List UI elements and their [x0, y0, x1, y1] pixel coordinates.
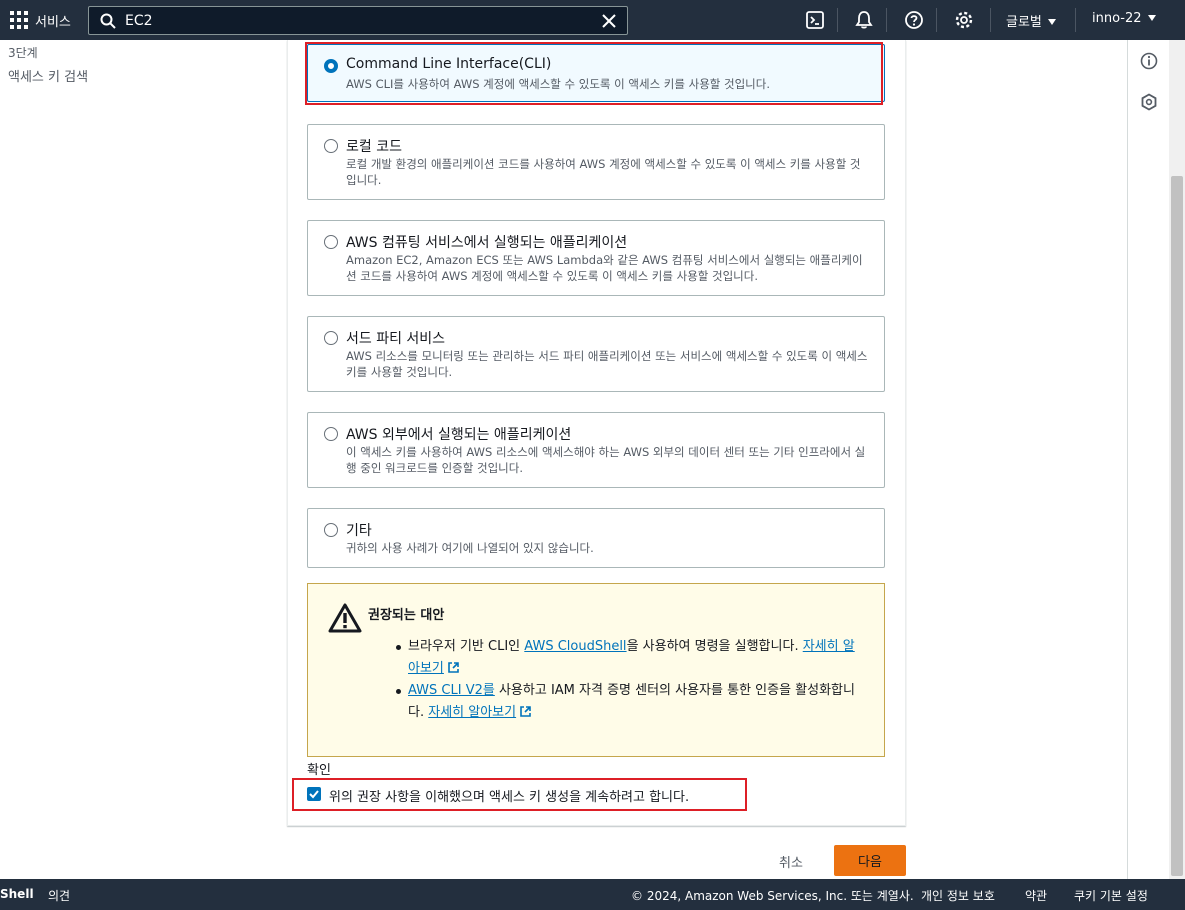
bullet — [396, 689, 401, 694]
alert-text: 을 사용하여 명령을 실행합니다. — [626, 639, 803, 654]
radio-button[interactable] — [324, 427, 338, 441]
external-link-icon — [448, 662, 459, 673]
option-outside-aws[interactable]: AWS 외부에서 실행되는 애플리케이션 이 액세스 키를 사용하여 AWS 리… — [307, 412, 885, 488]
region-label: 글로벌 — [1006, 15, 1042, 30]
account-menu[interactable]: inno-22 — [1092, 11, 1156, 26]
option-title: AWS 컴퓨팅 서비스에서 실행되는 애플리케이션 — [346, 235, 628, 251]
region-selector[interactable]: 글로벌 — [1006, 11, 1056, 30]
alert-item-cloudshell: 브라우저 기반 CLI인 AWS CloudShell을 사용하여 명령을 실행… — [396, 636, 866, 680]
option-third-party[interactable]: 서드 파티 서비스 AWS 리소스를 모니터링 또는 관리하는 서드 파티 애플… — [307, 316, 885, 392]
external-link-icon — [520, 706, 531, 717]
alert-title: 권장되는 대안 — [368, 608, 445, 623]
option-description: 이 액세스 키를 사용하여 AWS 리소스에 액세스해야 하는 AWS 외부의 … — [346, 445, 866, 475]
recommended-alternatives-alert: 권장되는 대안 브라우저 기반 CLI인 AWS CloudShell을 사용하… — [307, 583, 885, 757]
cloudshell-icon[interactable] — [805, 10, 825, 30]
radio-button[interactable] — [324, 331, 338, 345]
alert-item-cli-v2: AWS CLI V2를 사용하고 IAM 자격 증명 센터의 사용자를 통한 인… — [396, 680, 866, 724]
privacy-link[interactable]: 개인 정보 보호 — [921, 887, 995, 904]
radio-button[interactable] — [324, 523, 338, 537]
nav-divider — [936, 8, 937, 32]
option-title: 로컬 코드 — [346, 139, 402, 155]
top-navigation: 서비스 글로벌 inno-22 — [0, 0, 1185, 40]
services-menu-label[interactable]: 서비스 — [35, 11, 71, 30]
feedback-link[interactable]: 의견 — [48, 887, 70, 904]
help-icon[interactable] — [904, 10, 924, 30]
close-icon[interactable] — [599, 11, 619, 31]
bullet — [396, 645, 401, 650]
search-icon — [100, 13, 116, 29]
option-title: 기타 — [346, 523, 372, 539]
hexagon-icon[interactable] — [1140, 93, 1158, 111]
notifications-bell-icon[interactable] — [854, 10, 874, 30]
search-input[interactable] — [125, 11, 585, 31]
nav-divider — [990, 8, 991, 32]
annotation-highlight — [305, 42, 883, 105]
utility-rail — [1127, 40, 1169, 879]
nav-divider — [837, 8, 838, 32]
gear-icon[interactable] — [954, 10, 974, 30]
caret-down-icon — [1047, 19, 1056, 25]
search-box[interactable] — [88, 6, 628, 35]
nav-divider — [1075, 8, 1076, 32]
option-description: AWS 리소스를 모니터링 또는 관리하는 서드 파티 애플리케이션 또는 서비… — [346, 349, 868, 379]
copyright-text: © 2024, Amazon Web Services, Inc. 또는 계열사… — [631, 889, 914, 903]
terms-link[interactable]: 약관 — [1025, 887, 1047, 904]
services-grid-icon[interactable] — [10, 11, 28, 29]
account-label: inno-22 — [1092, 11, 1142, 26]
radio-button[interactable] — [324, 139, 338, 153]
option-title: AWS 외부에서 실행되는 애플리케이션 — [346, 427, 572, 443]
confirm-label: 확인 — [307, 763, 331, 778]
info-icon[interactable] — [1140, 52, 1158, 70]
cookie-preferences-link[interactable]: 쿠키 기본 설정 — [1074, 887, 1148, 904]
scrollbar-thumb[interactable] — [1171, 176, 1183, 876]
side-nav-step-title[interactable]: 액세스 키 검색 — [8, 66, 88, 85]
option-description: 귀하의 사용 사례가 여기에 나열되어 있지 않습니다. — [346, 541, 594, 555]
footer: Shell 의견 © 2024, Amazon Web Services, In… — [0, 879, 1185, 910]
option-description: 로컬 개발 환경의 애플리케이션 코드를 사용하여 AWS 계정에 액세스할 수… — [346, 157, 861, 187]
cloudshell-link[interactable]: AWS CloudShell — [524, 639, 626, 654]
option-description: Amazon EC2, Amazon ECS 또는 AWS Lambda와 같은… — [346, 253, 863, 283]
option-other[interactable]: 기타 귀하의 사용 사례가 여기에 나열되어 있지 않습니다. — [307, 508, 885, 568]
aws-cli-v2-link[interactable]: AWS CLI V2를 — [408, 683, 495, 698]
learn-more-label: 자세히 알아보기 — [428, 705, 517, 720]
cloudshell-footer-link[interactable]: Shell — [0, 887, 34, 901]
option-aws-compute[interactable]: AWS 컴퓨팅 서비스에서 실행되는 애플리케이션 Amazon EC2, Am… — [307, 220, 885, 296]
next-button[interactable]: 다음 — [834, 845, 906, 876]
scrollbar[interactable] — [1169, 40, 1185, 879]
annotation-highlight — [292, 778, 747, 811]
warning-icon — [328, 603, 362, 633]
caret-down-icon — [1147, 15, 1156, 21]
option-title: 서드 파티 서비스 — [346, 331, 446, 347]
learn-more-link[interactable]: 자세히 알아보기 — [428, 705, 532, 720]
nav-divider — [886, 8, 887, 32]
alert-list: 브라우저 기반 CLI인 AWS CloudShell을 사용하여 명령을 실행… — [396, 636, 866, 724]
option-local-code[interactable]: 로컬 코드 로컬 개발 환경의 애플리케이션 코드를 사용하여 AWS 계정에 … — [307, 124, 885, 200]
radio-button[interactable] — [324, 235, 338, 249]
side-nav-step-3[interactable]: 3단계 — [8, 44, 38, 61]
alert-text: 브라우저 기반 CLI인 — [408, 639, 525, 654]
cancel-button[interactable]: 취소 — [764, 846, 818, 876]
